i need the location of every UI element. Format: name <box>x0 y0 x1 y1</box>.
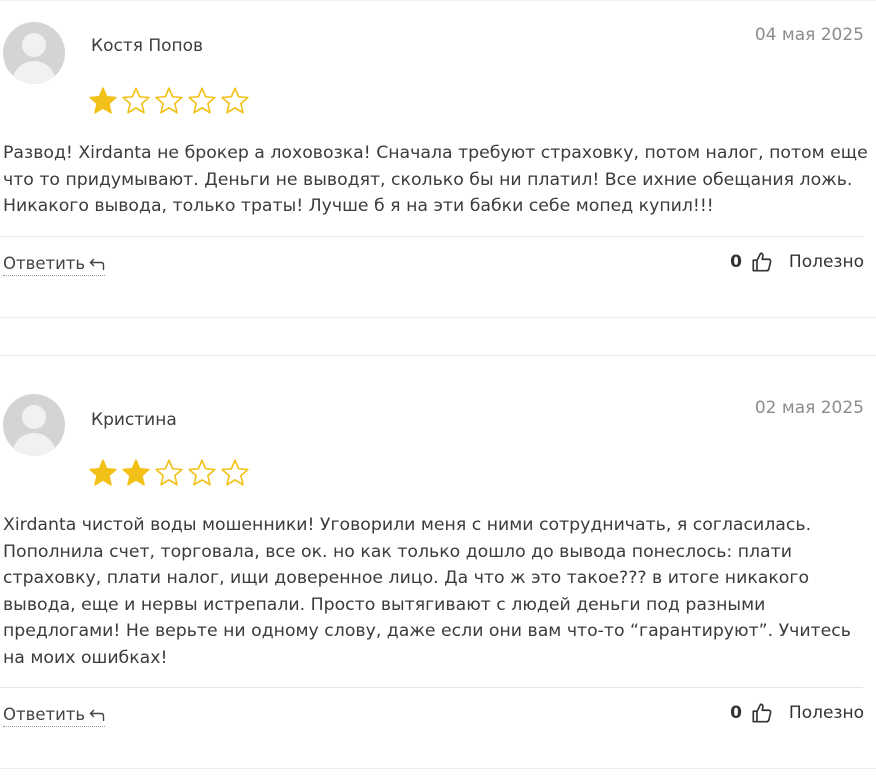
star-empty-icon <box>188 87 216 114</box>
helpful-count: 0 <box>730 252 742 272</box>
review-separator <box>0 317 876 318</box>
reply-arrow-icon <box>89 258 105 270</box>
helpful-button[interactable]: Полезно <box>789 252 864 272</box>
review-date: 04 мая 2025 <box>754 25 864 45</box>
thumbs-up-icon[interactable] <box>751 702 773 724</box>
helpful-button[interactable]: Полезно <box>789 703 864 723</box>
thumbs-up-icon[interactable] <box>751 251 773 273</box>
reply-label: Ответить <box>3 705 86 724</box>
star-filled-icon <box>122 459 150 486</box>
reply-button[interactable]: Ответить <box>3 705 106 727</box>
review-date: 02 мая 2025 <box>754 398 864 418</box>
star-empty-icon <box>155 87 183 114</box>
rating-stars <box>88 458 250 488</box>
review-card: Кристина 02 мая 2025 Xirdanta чистой вод… <box>0 355 876 775</box>
star-filled-icon <box>89 87 117 114</box>
review-separator <box>0 768 876 769</box>
helpful-block: 0 Полезно <box>730 702 864 724</box>
star-filled-icon <box>89 459 117 486</box>
user-avatar-icon <box>3 394 65 456</box>
review-author: Кристина <box>91 410 177 430</box>
review-text: Развод! Xirdanta не брокер а лоховозка! … <box>3 143 868 216</box>
helpful-block: 0 Полезно <box>730 251 864 273</box>
review-card: Костя Попов 04 мая 2025 Развод! Xirdanta… <box>0 0 876 318</box>
review-author: Костя Попов <box>91 36 204 56</box>
review-divider <box>0 687 863 688</box>
reply-button[interactable]: Ответить <box>3 254 106 276</box>
rating-stars <box>88 86 250 116</box>
star-empty-icon <box>188 459 216 486</box>
star-empty-icon <box>221 87 249 114</box>
reply-label: Ответить <box>3 254 86 273</box>
review-text: Xirdanta чистой воды мошенники! Уговорил… <box>3 515 851 668</box>
reviews-page: Костя Попов 04 мая 2025 Развод! Xirdanta… <box>0 0 876 775</box>
star-empty-icon <box>221 459 249 486</box>
user-avatar-icon <box>3 22 65 84</box>
star-empty-icon <box>122 87 150 114</box>
star-empty-icon <box>155 459 183 486</box>
helpful-count: 0 <box>730 703 742 723</box>
review-divider <box>0 236 863 237</box>
reply-arrow-icon <box>89 709 105 721</box>
